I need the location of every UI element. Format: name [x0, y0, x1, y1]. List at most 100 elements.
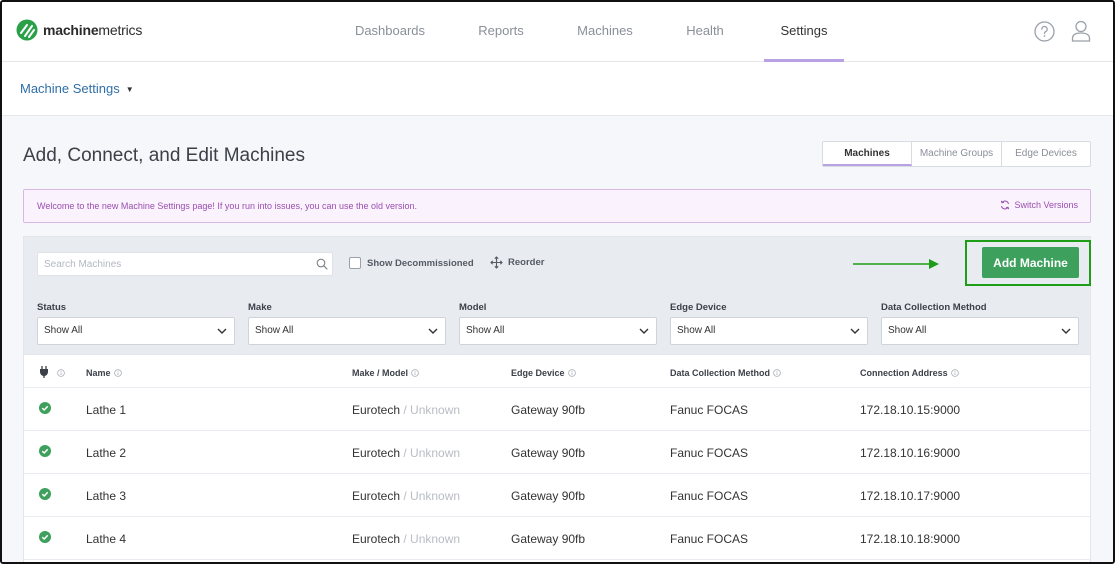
info-icon[interactable] — [950, 369, 959, 377]
plug-icon[interactable] — [39, 366, 49, 378]
show-decommissioned-label: Show Decommissioned — [367, 258, 474, 269]
filter-status-label: Status — [37, 302, 67, 313]
pointer-arrow-icon — [853, 259, 939, 269]
table-row[interactable]: Lathe 4 Eurotech / Unknown Gateway 90fb … — [24, 517, 1090, 560]
machine-name: Lathe 3 — [86, 489, 127, 503]
user-icon[interactable] — [1071, 20, 1091, 42]
breadcrumb-label: Machine Settings — [20, 81, 120, 96]
main-content: Add, Connect, and Edit Machines Machines… — [2, 116, 1113, 562]
filter-status: Status Show All — [37, 302, 235, 345]
chevron-down-icon — [1061, 328, 1071, 334]
edge-device: Gateway 90fb — [511, 403, 586, 417]
tab-machines[interactable]: Machines — [823, 142, 912, 166]
table-row[interactable]: Lathe 1 Eurotech / Unknown Gateway 90fb … — [24, 388, 1090, 431]
column-header-make-model[interactable]: Make / Model — [352, 368, 419, 378]
make-model: Eurotech / Unknown — [352, 532, 460, 546]
connected-check-icon — [39, 488, 51, 500]
machine-name: Lathe 4 — [86, 532, 127, 546]
chevron-down-icon — [428, 328, 438, 334]
view-tabs: Machines Machine Groups Edge Devices — [822, 141, 1091, 167]
column-header-data-collection[interactable]: Data Collection Method — [670, 368, 781, 378]
switch-versions-label: Switch Versions — [1014, 200, 1078, 210]
info-icon[interactable] — [773, 369, 781, 377]
info-icon[interactable] — [567, 369, 576, 377]
filter-make: Make Show All — [248, 302, 446, 345]
edge-device-select-value: Show All — [677, 325, 716, 336]
edge-device-select[interactable]: Show All — [670, 317, 868, 345]
machine-make: Eurotech — [352, 489, 401, 503]
tab-edge-devices[interactable]: Edge Devices — [1002, 142, 1090, 166]
search-icon[interactable] — [316, 258, 328, 270]
tab-machine-groups[interactable]: Machine Groups — [912, 142, 1002, 166]
machines-toolbar: Show Decommissioned Reorder Add Machine — [24, 237, 1091, 291]
connection-address: 172.18.10.16:9000 — [860, 446, 961, 460]
machine-model: / Unknown — [403, 446, 461, 460]
status-select-value: Show All — [44, 325, 83, 336]
filter-model-label: Model — [459, 302, 487, 313]
nav-dashboards[interactable]: Dashboards — [349, 2, 431, 62]
new-version-banner: Welcome to the new Machine Settings page… — [23, 189, 1091, 223]
column-edge-device-label: Edge Device — [511, 368, 565, 378]
add-machine-button[interactable]: Add Machine — [982, 247, 1079, 278]
model-select[interactable]: Show All — [459, 317, 657, 345]
table-header: Name Make / Model Edge Device Data Colle… — [24, 355, 1090, 388]
switch-versions-link[interactable]: Switch Versions — [1000, 200, 1078, 210]
connection-address: 172.18.10.18:9000 — [860, 532, 961, 546]
connected-check-icon — [39, 402, 51, 414]
chevron-down-icon — [217, 328, 227, 334]
search-input[interactable] — [37, 252, 333, 276]
make-select-value: Show All — [255, 325, 294, 336]
column-header-edge-device[interactable]: Edge Device — [511, 368, 576, 378]
data-collection-method: Fanuc FOCAS — [670, 532, 749, 546]
info-icon[interactable] — [57, 369, 65, 377]
edge-device: Gateway 90fb — [511, 532, 586, 546]
app-window: machinemetrics Dashboards Reports Machin… — [0, 0, 1115, 564]
edge-device: Gateway 90fb — [511, 446, 586, 460]
nav-reports[interactable]: Reports — [471, 2, 531, 62]
make-select[interactable]: Show All — [248, 317, 446, 345]
data-collection-select[interactable]: Show All — [881, 317, 1079, 345]
filter-bar: Status Show All Make Show All Model Show… — [24, 291, 1090, 355]
reorder-button[interactable]: Reorder — [490, 256, 544, 269]
settings-subbar: Machine Settings ▼ — [2, 62, 1113, 116]
column-header-connection-address[interactable]: Connection Address — [860, 368, 959, 378]
filter-data-collection: Data Collection Method Show All — [881, 302, 1079, 345]
refresh-icon — [1001, 200, 1010, 210]
info-icon[interactable] — [113, 369, 122, 377]
data-collection-method: Fanuc FOCAS — [670, 403, 749, 417]
machine-make: Eurotech — [352, 532, 401, 546]
machine-model: / Unknown — [403, 489, 461, 503]
filter-edge-device: Edge Device Show All — [670, 302, 868, 345]
machine-make: Eurotech — [352, 446, 401, 460]
page-title: Add, Connect, and Edit Machines — [23, 145, 306, 166]
column-data-collection-label: Data Collection Method — [670, 368, 771, 378]
help-icon[interactable] — [1034, 21, 1055, 42]
info-icon[interactable] — [411, 369, 419, 377]
table-row[interactable]: Lathe 2 Eurotech / Unknown Gateway 90fb … — [24, 431, 1090, 474]
chevron-down-icon — [850, 328, 860, 334]
nav-settings[interactable]: Settings — [764, 2, 844, 62]
column-header-name[interactable]: Name — [86, 368, 122, 378]
make-model: Eurotech / Unknown — [352, 403, 460, 417]
main-nav: Dashboards Reports Machines Health Setti… — [2, 2, 1113, 62]
machine-model: / Unknown — [403, 532, 461, 546]
machine-settings-dropdown[interactable]: Machine Settings ▼ — [20, 81, 134, 96]
table-row[interactable]: Lathe 3 Eurotech / Unknown Gateway 90fb … — [24, 474, 1090, 517]
machines-panel: Show Decommissioned Reorder Add Machine — [23, 236, 1091, 562]
filter-model: Model Show All — [459, 302, 657, 345]
reorder-label: Reorder — [508, 257, 545, 268]
status-select[interactable]: Show All — [37, 317, 235, 345]
machine-name: Lathe 2 — [86, 446, 127, 460]
nav-health[interactable]: Health — [679, 2, 731, 62]
filter-edge-device-label: Edge Device — [670, 302, 727, 313]
caret-down-icon: ▼ — [125, 85, 134, 94]
data-collection-method: Fanuc FOCAS — [670, 446, 749, 460]
filter-make-label: Make — [248, 302, 272, 313]
connected-check-icon — [39, 445, 51, 457]
nav-machines[interactable]: Machines — [571, 2, 639, 62]
show-decommissioned-checkbox[interactable] — [349, 257, 361, 269]
banner-message: Welcome to the new Machine Settings page… — [37, 201, 418, 211]
column-connection-address-label: Connection Address — [860, 368, 948, 378]
data-collection-method: Fanuc FOCAS — [670, 489, 749, 503]
edge-device: Gateway 90fb — [511, 489, 586, 503]
